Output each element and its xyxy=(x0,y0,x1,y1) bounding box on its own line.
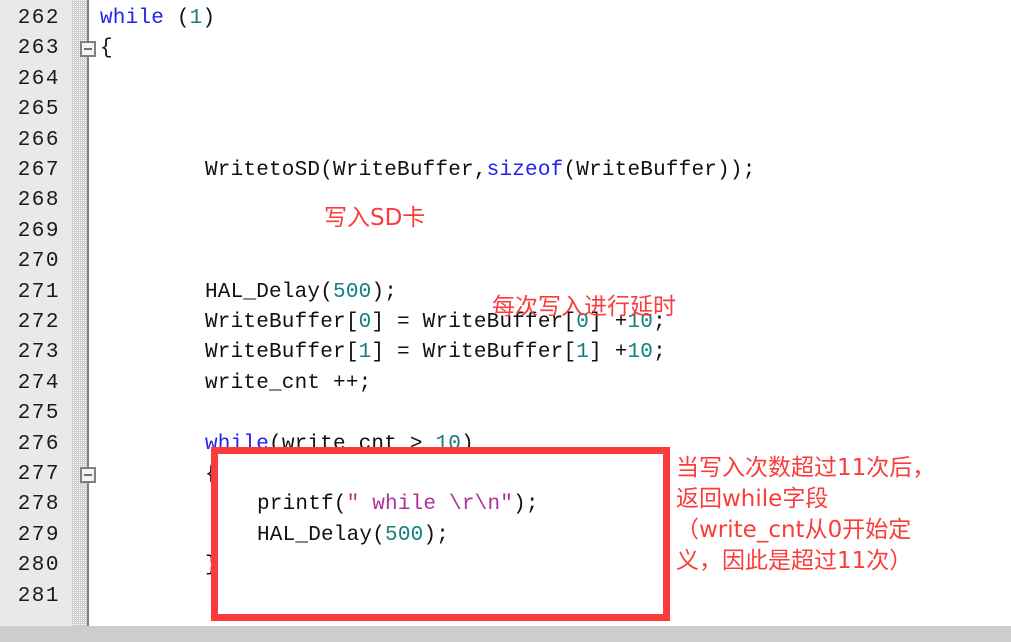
code-token-kw: sizeof xyxy=(486,159,564,182)
code-token-plain: ; xyxy=(653,341,666,364)
code-line[interactable]: HAL_Delay(500); xyxy=(257,525,449,546)
line-number: 268 xyxy=(17,189,60,212)
code-line[interactable]: while(write_cnt > 10) xyxy=(205,434,474,455)
code-token-num: 1 xyxy=(358,341,372,364)
line-number: 272 xyxy=(17,311,60,334)
line-number: 280 xyxy=(17,554,60,577)
code-token-num: 500 xyxy=(385,524,424,547)
code-token-plain: ] + xyxy=(589,341,628,364)
code-line[interactable]: } xyxy=(205,555,218,576)
annotation-while-line3: （write_cnt从0开始定 xyxy=(676,517,912,543)
code-token-plain: { xyxy=(100,37,113,60)
annotation-while-line1: 当写入次数超过11次后， xyxy=(676,455,936,481)
annotation-while-line4: 义，因此是超过11次） xyxy=(676,548,913,574)
horizontal-scrollbar[interactable] xyxy=(0,626,1011,642)
code-token-plain: ) xyxy=(202,7,216,30)
code-token-num: 1 xyxy=(189,7,203,30)
line-number: 279 xyxy=(17,524,60,547)
code-token-num: 10 xyxy=(435,433,462,456)
code-token-plain: (WriteBuffer)); xyxy=(563,159,756,182)
code-folding-strip[interactable] xyxy=(72,0,88,626)
line-number: 263 xyxy=(17,37,60,60)
code-token-num: 10 xyxy=(627,341,654,364)
line-number: 274 xyxy=(17,372,60,395)
code-token-plain: WriteBuffer[ xyxy=(205,341,359,364)
line-number: 265 xyxy=(17,98,60,121)
line-number: 266 xyxy=(17,129,60,152)
line-number: 269 xyxy=(17,220,60,243)
line-number: 271 xyxy=(17,281,60,304)
line-number: 281 xyxy=(17,585,60,608)
line-number: 262 xyxy=(17,7,60,30)
annotation-while-line2: 返回while字段 xyxy=(676,486,829,512)
code-token-plain: WritetoSD(WriteBuffer, xyxy=(205,159,487,182)
code-line[interactable]: HAL_Delay(500); xyxy=(205,282,397,303)
code-token-plain: HAL_Delay( xyxy=(205,281,334,304)
code-token-plain: ); xyxy=(371,281,398,304)
code-line[interactable]: { xyxy=(100,38,113,59)
line-number: 277 xyxy=(17,463,60,486)
code-token-num: 500 xyxy=(333,281,372,304)
code-token-kw: while xyxy=(100,7,165,30)
code-token-plain: HAL_Delay( xyxy=(257,524,386,547)
line-number: 264 xyxy=(17,68,60,91)
line-number: 276 xyxy=(17,433,60,456)
code-token-plain: printf( xyxy=(257,493,347,516)
fold-toggle-icon[interactable] xyxy=(80,467,96,483)
code-token-plain: WriteBuffer[ xyxy=(205,311,359,334)
code-editor-screenshot: 262 263 264 265 266 267 268 269 270 271 272 273 274 2… xyxy=(0,0,1011,642)
code-token-plain: ] = WriteBuffer[ xyxy=(371,341,577,364)
code-token-plain: { xyxy=(205,463,218,486)
code-token-plain: (write_cnt > xyxy=(269,433,436,456)
code-token-plain: ); xyxy=(513,493,539,516)
code-token-kw: while xyxy=(205,433,270,456)
code-token-plain: ( xyxy=(164,7,190,30)
code-token-plain: write_cnt ++; xyxy=(205,372,372,395)
code-token-str: " while \r\n" xyxy=(346,493,514,516)
line-number: 273 xyxy=(17,341,60,364)
code-line[interactable]: { xyxy=(205,464,218,485)
code-token-plain: ) xyxy=(461,433,474,456)
annotation-delay: 每次写入进行延时 xyxy=(492,294,676,320)
annotation-write-sd: 写入SD卡 xyxy=(324,205,426,231)
code-line[interactable]: WritetoSD(WriteBuffer,sizeof(WriteBuffer… xyxy=(205,160,756,181)
code-token-plain: } xyxy=(205,554,218,577)
code-token-plain: ); xyxy=(423,524,450,547)
code-token-num: 1 xyxy=(576,341,590,364)
code-line[interactable]: printf(" while \r\n"); xyxy=(257,494,539,515)
code-line[interactable]: write_cnt ++; xyxy=(205,373,371,394)
folding-indent-line xyxy=(87,0,89,626)
line-number: 270 xyxy=(17,250,60,273)
code-line[interactable]: while (1) xyxy=(100,8,215,29)
code-line[interactable]: WriteBuffer[1] = WriteBuffer[1] +10; xyxy=(205,342,666,363)
line-number: 278 xyxy=(17,493,60,516)
line-number: 275 xyxy=(17,402,60,425)
line-number: 267 xyxy=(17,159,60,182)
fold-toggle-icon[interactable] xyxy=(80,41,96,57)
code-token-num: 0 xyxy=(358,311,372,334)
